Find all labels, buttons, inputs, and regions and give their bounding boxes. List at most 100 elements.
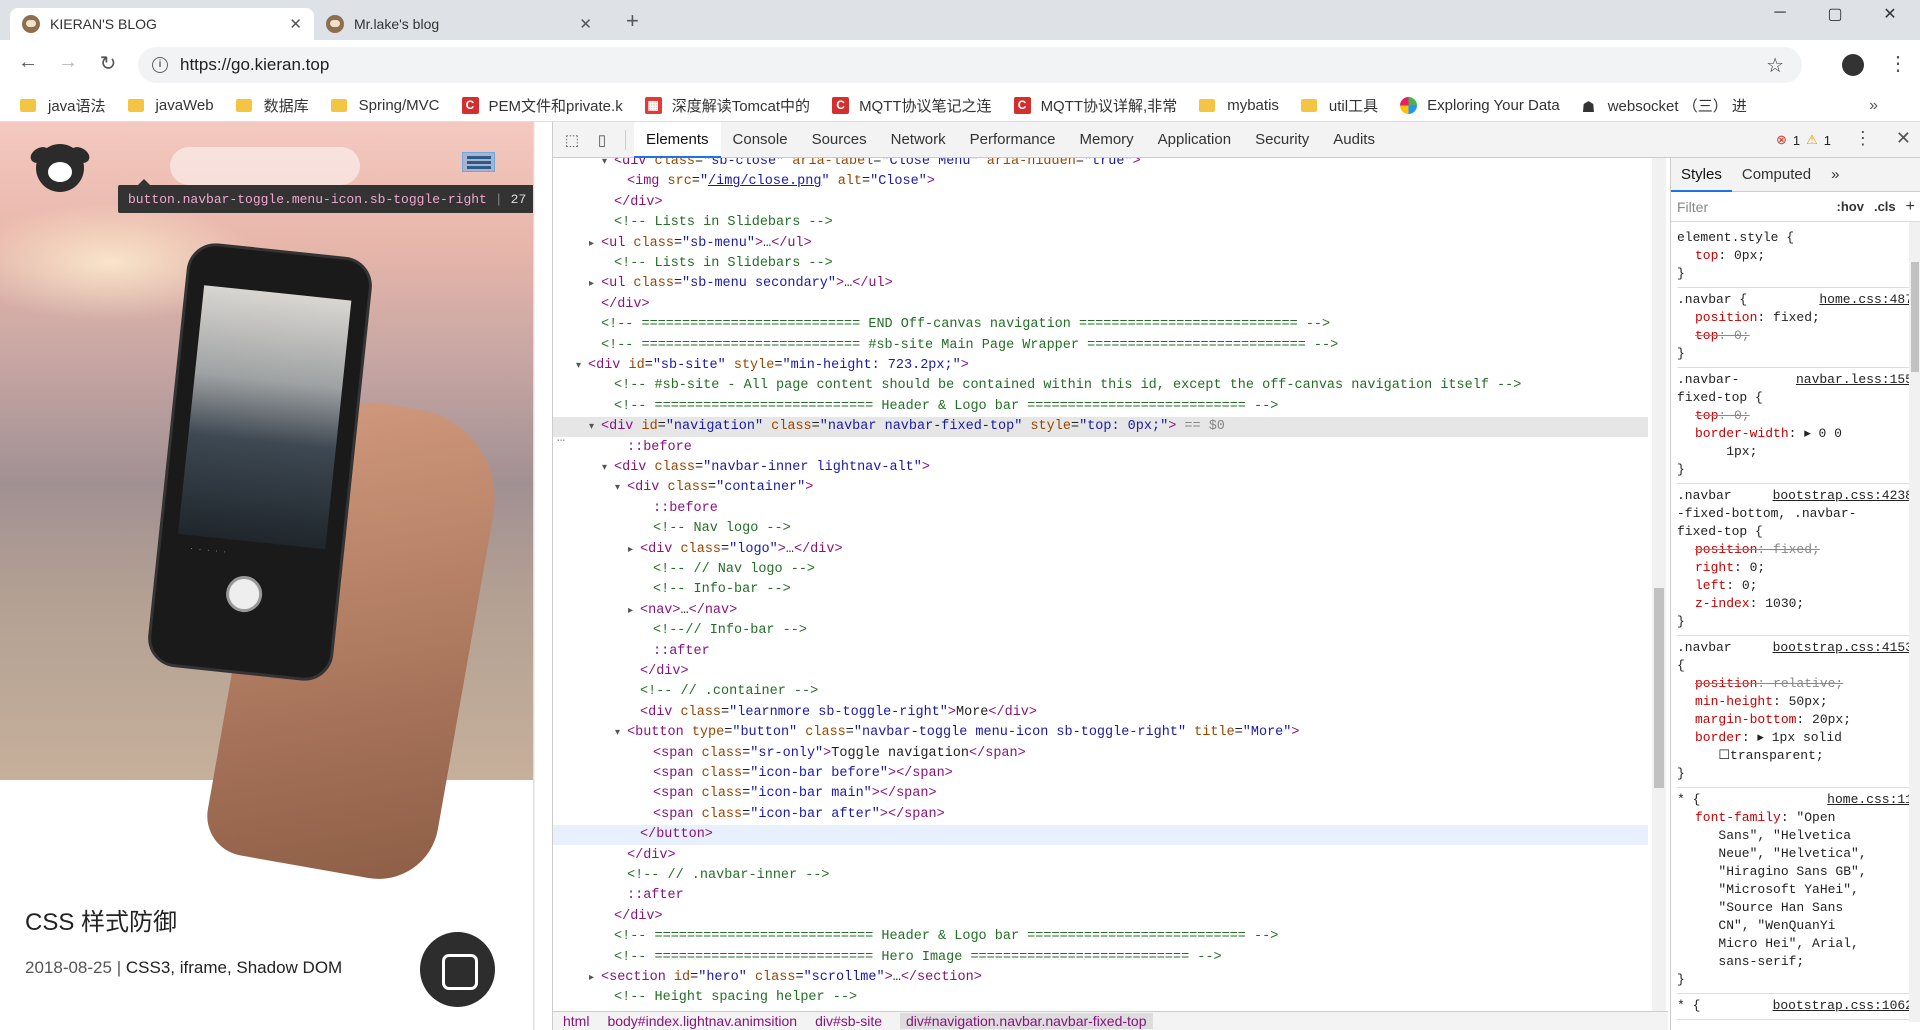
rule-source-link[interactable]: navbar.less:155 bbox=[1796, 371, 1913, 389]
dom-node-line[interactable]: ▾ <div class="container"> bbox=[553, 478, 1648, 498]
breadcrumb-item[interactable]: html bbox=[563, 1013, 589, 1029]
bookmark-item[interactable]: javaWeb bbox=[127, 97, 214, 114]
styles-more-icon[interactable]: » bbox=[1821, 166, 1849, 183]
tab-audits[interactable]: Audits bbox=[1321, 122, 1387, 158]
rule-source-link[interactable]: bootstrap.css:4153 bbox=[1773, 639, 1913, 657]
forward-icon[interactable]: → bbox=[54, 51, 82, 74]
dom-node-line[interactable]: ▸ <ul class="sb-menu secondary">…</ul> bbox=[553, 274, 1648, 294]
tab-performance[interactable]: Performance bbox=[958, 122, 1068, 158]
css-property[interactable]: border-width: ▸ 0 0 1px; bbox=[1677, 425, 1915, 461]
css-rule[interactable]: bootstrap.css:4238 .navbar -fixed-bottom,… bbox=[1677, 484, 1915, 636]
bookmark-item[interactable]: util工具 bbox=[1300, 95, 1378, 116]
dom-node-line[interactable]: <!-- Info-bar --> bbox=[553, 580, 1648, 600]
css-rule[interactable]: bootstrap.css:4153 .navbar {position: rel… bbox=[1677, 636, 1915, 788]
rule-source-link[interactable]: home.css:11 bbox=[1827, 791, 1913, 809]
cls-toggle[interactable]: .cls bbox=[1874, 199, 1896, 214]
dom-node-line[interactable]: <!-- =========================== END Off… bbox=[553, 315, 1648, 335]
menu-dots-icon[interactable]: ⋮ bbox=[1888, 51, 1908, 76]
dom-node-line[interactable]: <!-- Height spacing helper --> bbox=[553, 988, 1648, 1008]
styles-filter-input[interactable]: Filter bbox=[1677, 199, 1708, 215]
elements-scroll-thumb[interactable] bbox=[1654, 588, 1664, 788]
css-property[interactable]: left: 0; bbox=[1677, 577, 1915, 595]
dom-node-line[interactable]: <!-- =========================== Hero Im… bbox=[553, 948, 1648, 968]
bookmark-item[interactable]: C MQTT协议笔记之连 bbox=[832, 95, 992, 116]
css-property[interactable]: position: fixed; bbox=[1677, 309, 1915, 327]
dom-node-line[interactable]: ::before bbox=[553, 499, 1648, 519]
breadcrumb-item-current[interactable]: div#navigation.navbar.navbar-fixed-top bbox=[900, 1013, 1153, 1029]
tab-application[interactable]: Application bbox=[1146, 122, 1243, 158]
dom-node-line[interactable]: <!-- =========================== #sb-sit… bbox=[553, 336, 1648, 356]
inspect-element-icon[interactable]: ⬚ bbox=[557, 131, 587, 149]
dom-node-line[interactable]: ▾ <button type="button" class="navbar-tog… bbox=[553, 723, 1648, 743]
dom-node-line[interactable]: <span class="icon-bar before"></span> bbox=[553, 764, 1648, 784]
dom-node-line[interactable]: ▾ <div id="sb-site" style="min-height: 72… bbox=[553, 356, 1648, 376]
css-property[interactable]: right: 0; bbox=[1677, 559, 1915, 577]
console-status[interactable]: ⊗ 1 ⚠ 1 bbox=[1776, 132, 1831, 148]
dom-node-line[interactable]: </button> bbox=[553, 825, 1648, 846]
dom-node-line[interactable]: ::after bbox=[553, 642, 1648, 662]
reload-icon[interactable]: ↻ bbox=[94, 51, 122, 76]
bookmark-item[interactable]: ▦ 深度解读Tomcat中的 bbox=[644, 95, 810, 116]
bookmarks-overflow-icon[interactable]: » bbox=[1869, 97, 1878, 115]
dom-node-line[interactable]: <!-- // .container --> bbox=[553, 682, 1648, 702]
css-property[interactable]: top: 0px; bbox=[1677, 247, 1915, 265]
bookmark-item[interactable]: java语法 bbox=[20, 95, 106, 116]
device-toolbar-icon[interactable]: ▯ bbox=[587, 131, 617, 149]
css-property[interactable]: position: relative; bbox=[1677, 675, 1915, 693]
dom-node-line[interactable]: <!-- Nav logo --> bbox=[553, 519, 1648, 539]
dom-node-line[interactable]: <span class="icon-bar main"></span> bbox=[553, 784, 1648, 804]
tab-sources[interactable]: Sources bbox=[800, 122, 879, 158]
css-property[interactable]: top: 0; bbox=[1677, 327, 1915, 345]
dom-node-line[interactable]: </div> bbox=[553, 662, 1648, 682]
styles-scroll-thumb[interactable] bbox=[1911, 262, 1919, 372]
tab-mr-lakes-blog[interactable]: Mr.lake's blog ✕ bbox=[314, 8, 604, 40]
dom-node-line[interactable]: </div> bbox=[553, 193, 1648, 213]
dom-node-line[interactable]: <!-- =========================== Header … bbox=[553, 927, 1648, 947]
styles-scrollbar[interactable] bbox=[1909, 222, 1920, 1022]
tab-network[interactable]: Network bbox=[879, 122, 958, 158]
devtools-menu-icon[interactable]: ⋮ bbox=[1854, 128, 1872, 149]
dom-node-line[interactable]: <span class="sr-only">Toggle navigation<… bbox=[553, 744, 1648, 764]
dom-node-selected[interactable]: … ▾ <div id="navigation" class="navbar nav… bbox=[553, 417, 1648, 446]
blog-logo[interactable] bbox=[36, 144, 84, 192]
rule-source-link[interactable]: home.css:487 bbox=[1819, 291, 1913, 309]
bookmark-item[interactable]: 数据库 bbox=[235, 95, 309, 116]
new-tab-icon[interactable]: + bbox=[626, 8, 639, 34]
dom-node-line[interactable]: ▸ <ul class="sb-menu">…</ul> bbox=[553, 234, 1648, 254]
dom-node-line[interactable]: </div> bbox=[553, 907, 1648, 927]
new-rule-icon[interactable]: + bbox=[1906, 198, 1915, 216]
dom-node-line[interactable]: <!-- // .navbar-inner --> bbox=[553, 866, 1648, 886]
tab-styles[interactable]: Styles bbox=[1671, 158, 1732, 192]
dom-node-line[interactable]: <!--// Info-bar --> bbox=[553, 621, 1648, 641]
bookmark-item[interactable]: Spring/MVC bbox=[330, 97, 440, 114]
dom-node-line[interactable]: <!-- #sb-site - All page content should … bbox=[553, 376, 1648, 396]
dom-node-line[interactable]: ▸ <div class="logo">…</div> bbox=[553, 540, 1648, 560]
devtools-close-icon[interactable]: ✕ bbox=[1896, 128, 1911, 149]
breadcrumb-item[interactable]: div#sb-site bbox=[815, 1013, 882, 1029]
bookmark-item[interactable]: mybatis bbox=[1199, 97, 1279, 114]
css-rule[interactable]: navbar.less:155 .navbar- fixed-top {top: … bbox=[1677, 368, 1915, 484]
css-rule[interactable]: bootstrap.css:1062 * { bbox=[1677, 994, 1915, 1020]
post-tags[interactable]: CSS3, iframe, Shadow DOM bbox=[126, 958, 342, 977]
dom-node-line[interactable]: <img src="/img/close.png" alt="Close"> bbox=[553, 172, 1648, 192]
css-property[interactable]: min-height: 50px; bbox=[1677, 693, 1915, 711]
dom-node-line[interactable]: <!-- =========================== Header … bbox=[553, 397, 1648, 417]
close-window-icon[interactable]: ✕ bbox=[1870, 4, 1910, 24]
css-rule[interactable]: element.style {top: 0px;} bbox=[1677, 226, 1915, 288]
dom-node-line[interactable]: <!-- Lists in Slidebars --> bbox=[553, 213, 1648, 233]
css-property[interactable]: position: fixed; bbox=[1677, 541, 1915, 559]
dom-node-line[interactable]: ▸ <section id="hero" class="scrollme">…</… bbox=[553, 968, 1648, 988]
dom-node-line[interactable]: <span class="icon-bar after"></span> bbox=[553, 805, 1648, 825]
maximize-icon[interactable]: ▢ bbox=[1815, 4, 1855, 24]
tab-computed[interactable]: Computed bbox=[1732, 166, 1821, 183]
css-property[interactable]: margin-bottom: 20px; bbox=[1677, 711, 1915, 729]
post-title[interactable]: CSS 样式防御 bbox=[25, 902, 177, 937]
dom-node-line[interactable]: </div> bbox=[553, 295, 1648, 315]
elements-scrollbar[interactable] bbox=[1652, 158, 1666, 1011]
menu-toggle-button[interactable] bbox=[462, 152, 495, 172]
breadcrumb-item[interactable]: body#index.lightnav.animsition bbox=[607, 1013, 797, 1029]
css-rule[interactable]: home.css:11 * {font-family: "Open Sans", … bbox=[1677, 788, 1915, 994]
rule-source-link[interactable]: bootstrap.css:4238 bbox=[1773, 487, 1913, 505]
tab-elements[interactable]: Elements bbox=[634, 121, 721, 158]
back-icon[interactable]: ← bbox=[14, 51, 42, 74]
